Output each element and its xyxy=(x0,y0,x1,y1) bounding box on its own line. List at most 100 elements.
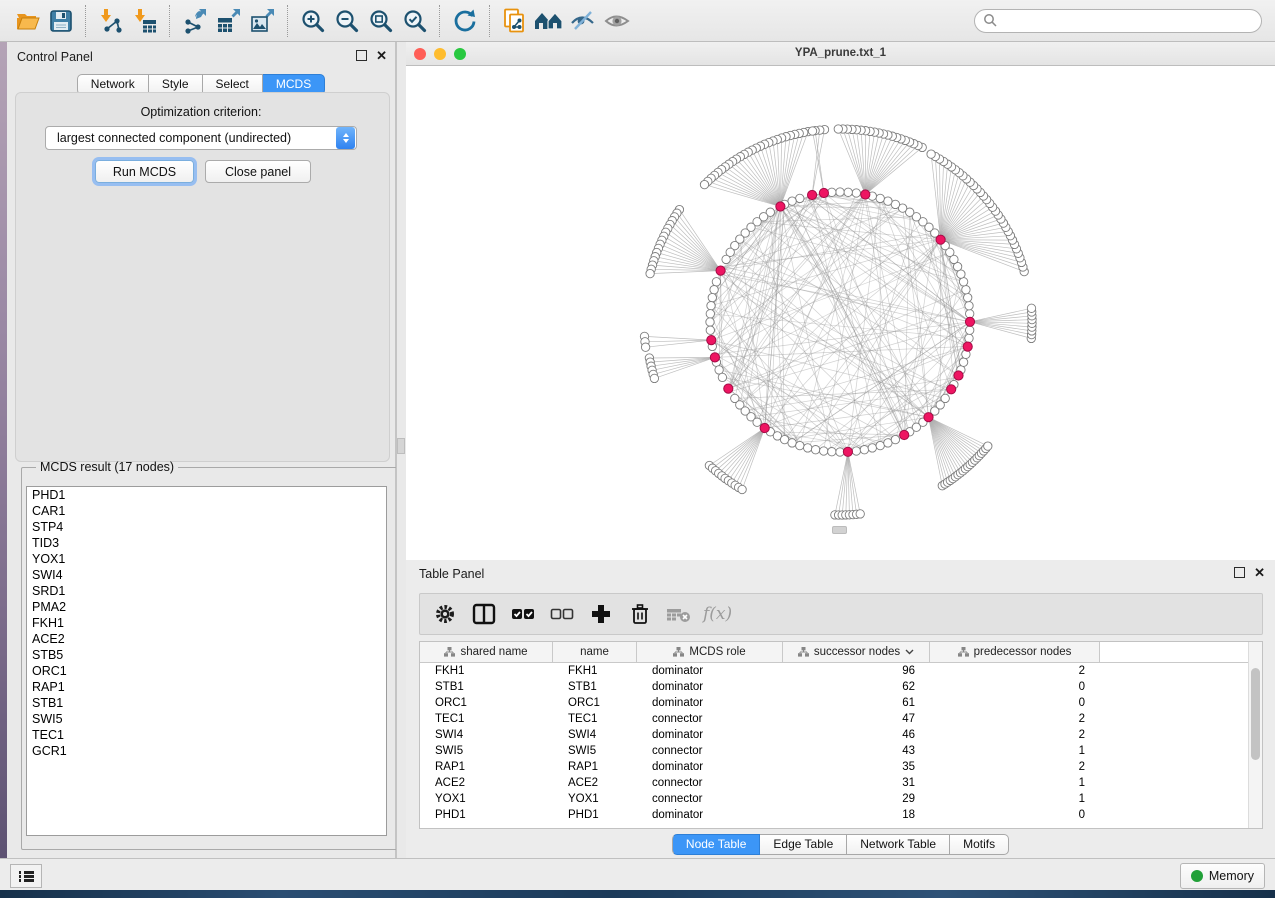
export-network-icon[interactable] xyxy=(178,4,212,38)
leaf-node[interactable] xyxy=(808,127,816,135)
ring-node[interactable] xyxy=(706,318,714,326)
zoom-out-icon[interactable] xyxy=(330,4,364,38)
mcds-hub-node[interactable] xyxy=(947,385,956,394)
tab-node-table[interactable]: Node Table xyxy=(672,834,761,855)
table-row-rap1[interactable]: RAP1RAP1dominator352 xyxy=(420,759,1262,775)
mcds-node-item[interactable]: SWI4 xyxy=(27,567,386,583)
ring-node[interactable] xyxy=(796,194,804,202)
tab-motifs[interactable]: Motifs xyxy=(950,834,1009,855)
ring-node[interactable] xyxy=(959,278,967,286)
leaf-node[interactable] xyxy=(738,485,746,493)
mcds-hub-node[interactable] xyxy=(724,384,733,393)
ring-node[interactable] xyxy=(804,444,812,452)
ring-node[interactable] xyxy=(852,447,860,455)
ring-node[interactable] xyxy=(868,444,876,452)
search-box[interactable] xyxy=(974,9,1262,33)
table-row-stb1[interactable]: STB1STB1dominator620 xyxy=(420,679,1262,695)
ring-node[interactable] xyxy=(860,446,868,454)
ring-node[interactable] xyxy=(876,194,884,202)
mcds-node-item[interactable]: GCR1 xyxy=(27,743,386,759)
mcds-hub-node[interactable] xyxy=(954,371,963,380)
ring-node[interactable] xyxy=(708,293,716,301)
ring-node[interactable] xyxy=(828,448,836,456)
mcds-node-item[interactable]: ORC1 xyxy=(27,663,386,679)
zoom-in-icon[interactable] xyxy=(296,4,330,38)
ring-node[interactable] xyxy=(891,435,899,443)
close-table-panel-icon[interactable]: ✕ xyxy=(1254,568,1265,577)
float-table-panel-icon[interactable] xyxy=(1234,567,1245,578)
leaf-node[interactable] xyxy=(700,180,708,188)
ring-node[interactable] xyxy=(941,394,949,402)
mcds-hub-node[interactable] xyxy=(936,235,945,244)
import-table-icon[interactable] xyxy=(128,4,162,38)
ring-node[interactable] xyxy=(788,439,796,447)
mcds-node-item[interactable]: PMA2 xyxy=(27,599,386,615)
delete-column-icon[interactable] xyxy=(625,599,655,629)
close-panel-icon[interactable]: ✕ xyxy=(376,51,387,60)
run-mcds-button[interactable]: Run MCDS xyxy=(95,160,194,183)
leaf-node[interactable] xyxy=(1027,304,1035,312)
mcds-hub-node[interactable] xyxy=(843,447,852,456)
ring-node[interactable] xyxy=(712,278,720,286)
ring-node[interactable] xyxy=(710,286,718,294)
memory-button[interactable]: Memory xyxy=(1180,863,1265,889)
open-folder-icon[interactable] xyxy=(10,4,44,38)
task-history-button[interactable] xyxy=(10,864,42,888)
table-row-orc1[interactable]: ORC1ORC1dominator610 xyxy=(420,695,1262,711)
show-eye-icon[interactable] xyxy=(600,4,634,38)
leaf-node[interactable] xyxy=(927,150,935,158)
mcds-node-item[interactable]: TEC1 xyxy=(27,727,386,743)
ring-node[interactable] xyxy=(706,310,714,318)
import-network-icon[interactable] xyxy=(94,4,128,38)
mcds-node-item[interactable]: STP4 xyxy=(27,519,386,535)
tab-network-table[interactable]: Network Table xyxy=(847,834,950,855)
ring-node[interactable] xyxy=(876,441,884,449)
network-window-titlebar[interactable]: YPA_prune.txt_1 xyxy=(406,42,1275,66)
table-scrollbar[interactable] xyxy=(1248,642,1262,828)
ring-node[interactable] xyxy=(844,188,852,196)
mcds-node-item[interactable]: SRD1 xyxy=(27,583,386,599)
mcds-node-item[interactable]: SWI5 xyxy=(27,711,386,727)
table-row-fkh1[interactable]: FKH1FKH1dominator962 xyxy=(420,663,1262,679)
ring-node[interactable] xyxy=(966,326,974,334)
column-header-successor-nodes[interactable]: successor nodes xyxy=(783,642,930,662)
table-row-yox1[interactable]: YOX1YOX1connector291 xyxy=(420,791,1262,807)
ring-node[interactable] xyxy=(753,418,761,426)
mcds-hub-node[interactable] xyxy=(808,190,817,199)
mcds-node-item[interactable]: FKH1 xyxy=(27,615,386,631)
mcds-node-item[interactable]: PHD1 xyxy=(27,487,386,503)
ring-node[interactable] xyxy=(820,447,828,455)
ring-node[interactable] xyxy=(884,197,892,205)
column-header-name[interactable]: name xyxy=(553,642,637,662)
leaf-node[interactable] xyxy=(641,343,649,351)
ring-node[interactable] xyxy=(965,302,973,310)
ring-node[interactable] xyxy=(722,255,730,263)
mcds-hub-node[interactable] xyxy=(707,336,716,345)
table-row-tec1[interactable]: TEC1TEC1connector472 xyxy=(420,711,1262,727)
leaf-node[interactable] xyxy=(834,125,842,133)
leaf-node[interactable] xyxy=(856,510,864,518)
mcds-hub-node[interactable] xyxy=(963,342,972,351)
ring-node[interactable] xyxy=(962,286,970,294)
mcds-hub-node[interactable] xyxy=(776,202,785,211)
deselect-all-checks-icon[interactable] xyxy=(547,599,577,629)
ring-node[interactable] xyxy=(707,302,715,310)
search-input[interactable] xyxy=(998,10,1261,32)
ring-node[interactable] xyxy=(811,446,819,454)
network-overview-icon[interactable] xyxy=(532,4,566,38)
mcds-node-item[interactable]: STB1 xyxy=(27,695,386,711)
mcds-hub-node[interactable] xyxy=(760,423,769,432)
leaf-node[interactable] xyxy=(984,442,992,450)
mcds-hub-node[interactable] xyxy=(900,430,909,439)
save-icon[interactable] xyxy=(44,4,78,38)
optimization-criterion-select[interactable]: largest connected component (undirected) xyxy=(45,126,357,150)
ring-node[interactable] xyxy=(718,373,726,381)
close-panel-button[interactable]: Close panel xyxy=(205,160,311,183)
hide-panels-eye-icon[interactable] xyxy=(566,4,600,38)
horizontal-splitter-handle[interactable] xyxy=(832,526,847,534)
mcds-hub-node[interactable] xyxy=(924,413,933,422)
mcds-hub-node[interactable] xyxy=(965,317,974,326)
table-scrollbar-thumb[interactable] xyxy=(1251,668,1260,760)
select-all-checks-icon[interactable] xyxy=(508,599,538,629)
column-header-mcds-role[interactable]: MCDS role xyxy=(637,642,783,662)
